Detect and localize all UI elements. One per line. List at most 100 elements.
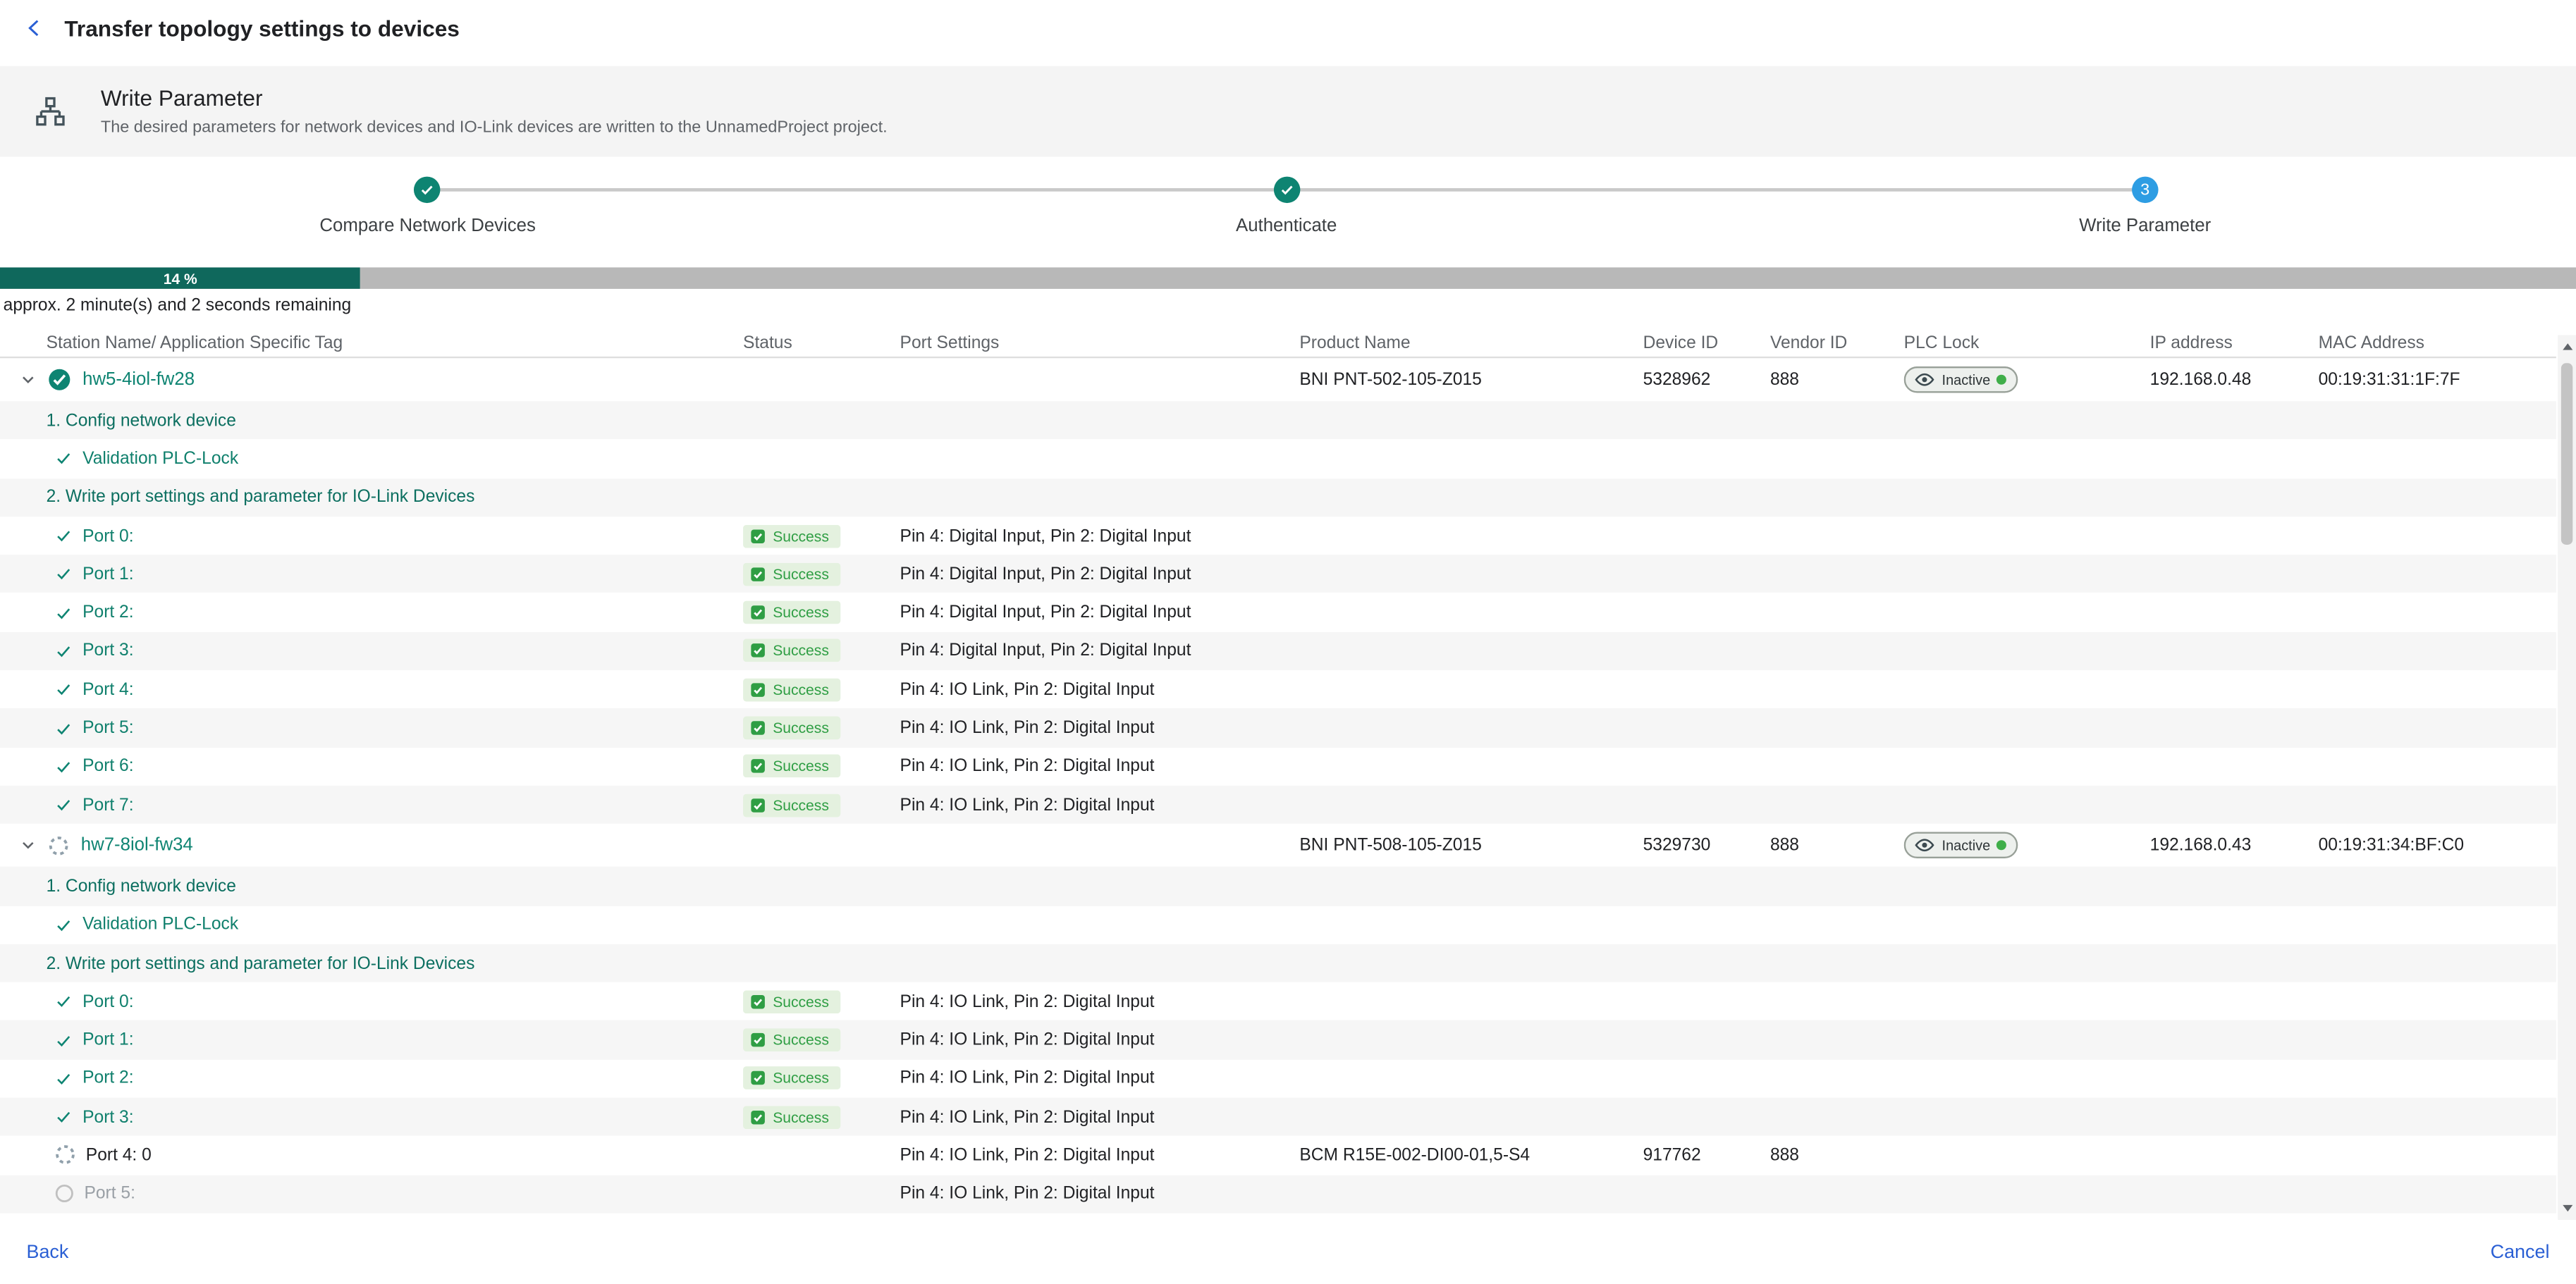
cell-station: Port 2: <box>0 603 743 622</box>
cell-station: Port 7: <box>0 795 743 815</box>
port-label: Port 7: <box>82 795 133 815</box>
table-row: 1. Config network device <box>0 401 2556 440</box>
cell-station: Port 5: <box>0 718 743 738</box>
checkbox-icon <box>749 643 766 659</box>
port-label: Port 3: <box>82 641 133 661</box>
status-badge-label: Success <box>773 643 829 659</box>
checkbox-icon <box>749 681 766 698</box>
plc-lock-state-dot <box>1997 375 2007 385</box>
validation-label: Validation PLC-Lock <box>82 915 238 934</box>
cell-port-settings: Pin 4: IO Link, Pin 2: Digital Input <box>900 679 1300 699</box>
device-name-link[interactable]: hw5-4iol-fw28 <box>82 370 195 390</box>
plc-lock-label: Inactive <box>1942 371 1991 388</box>
cell-status: Success <box>743 1106 900 1129</box>
status-badge: Success <box>743 601 840 624</box>
cell-station: Port 3: <box>0 641 743 661</box>
checkbox-icon <box>749 994 766 1010</box>
eye-icon <box>1914 837 1935 853</box>
port-label: Port 0: <box>82 992 133 1011</box>
cell-port-settings: Pin 4: IO Link, Pin 2: Digital Input <box>900 1146 1300 1166</box>
cell-station: 1. Config network device <box>0 410 743 430</box>
cancel-button[interactable]: Cancel <box>2491 1243 2550 1263</box>
cell-status: Success <box>743 524 900 548</box>
status-badge: Success <box>743 639 840 662</box>
cell-status: Success <box>743 794 900 817</box>
status-badge-label: Success <box>773 681 829 698</box>
status-badge: Success <box>743 1067 840 1090</box>
cell-mac-address: 00:19:31:31:1F:7F <box>2319 370 2556 390</box>
table-row: Port 4: Success Pin 4: IO Link, Pin 2: Dig… <box>0 670 2556 709</box>
cell-status: Success <box>743 601 900 624</box>
header: Transfer topology settings to devices <box>0 0 2576 56</box>
cell-station: Port 1: <box>0 1030 743 1050</box>
port-label: Port 4: <box>82 679 133 699</box>
chevron-down-icon[interactable] <box>20 837 36 853</box>
step-compare-network-devices: Compare Network Devices <box>319 177 535 236</box>
check-icon <box>54 642 73 660</box>
table-header-row: Station Name/ Application Specific Tag S… <box>0 330 2556 358</box>
check-icon <box>54 565 73 584</box>
col-plc-lock: PLC Lock <box>1904 333 2150 353</box>
check-icon <box>54 450 73 468</box>
cell-ip-address: 192.168.0.43 <box>2150 836 2319 856</box>
cell-port-settings: Pin 4: Digital Input, Pin 2: Digital Inp… <box>900 603 1300 622</box>
spinner-icon <box>48 835 69 856</box>
col-port-settings: Port Settings <box>900 333 1300 353</box>
vertical-scrollbar[interactable] <box>2558 335 2576 1219</box>
step-number: 3 <box>2140 180 2149 199</box>
back-button[interactable]: Back <box>26 1243 68 1263</box>
step-authenticate: Authenticate <box>1236 177 1337 236</box>
status-badge: Success <box>743 717 840 740</box>
plc-lock-toggle[interactable]: Inactive <box>1904 832 2018 858</box>
chevron-down-icon[interactable] <box>20 371 36 388</box>
cell-port-settings: Pin 4: IO Link, Pin 2: Digital Input <box>900 1068 1300 1088</box>
cell-port-settings: Pin 4: IO Link, Pin 2: Digital Input <box>900 992 1300 1011</box>
port-label: Port 5: <box>82 718 133 738</box>
step-write-parameter: 3 Write Parameter <box>2079 177 2211 236</box>
checkbox-icon <box>749 1032 766 1048</box>
step-label: Write Parameter <box>2079 216 2211 236</box>
back-chevron-icon[interactable] <box>20 13 49 43</box>
col-device-id: Device ID <box>1643 333 1770 353</box>
intro-title: Write Parameter <box>101 86 888 111</box>
progress-bar: 14 % <box>0 267 2576 288</box>
cell-port-settings: Pin 4: IO Link, Pin 2: Digital Input <box>900 757 1300 777</box>
check-icon <box>54 1070 73 1088</box>
status-badge-label: Success <box>773 994 829 1010</box>
step-done-check-icon <box>1273 177 1299 203</box>
scrollbar-up-arrow-icon[interactable] <box>2558 337 2576 357</box>
progress-fill: 14 % <box>0 267 361 288</box>
cell-port-settings: Pin 4: IO Link, Pin 2: Digital Input <box>900 1107 1300 1127</box>
device-name-link[interactable]: hw7-8iol-fw34 <box>81 836 193 856</box>
cell-station: Port 1: <box>0 564 743 584</box>
section-label: 2. Write port settings and parameter for… <box>47 953 475 973</box>
cell-station: Validation PLC-Lock <box>0 449 743 469</box>
footer: Back Cancel <box>0 1221 2576 1284</box>
cell-mac-address: 00:19:31:34:BF:C0 <box>2319 836 2556 856</box>
cell-product-name: BNI PNT-508-105-Z015 <box>1299 836 1643 856</box>
port-label: Port 6: <box>82 757 133 777</box>
port-label: Port 1: <box>82 1030 133 1050</box>
intro-text: Write Parameter The desired parameters f… <box>101 86 888 137</box>
status-badge: Success <box>743 524 840 548</box>
cell-station: Port 0: <box>0 526 743 545</box>
topology-icon <box>35 96 66 128</box>
table-row: Port 5:SuccessPin 4: IO Link, Pin 2: Dig… <box>0 709 2556 748</box>
table-row: 2. Write port settings and parameter for… <box>0 478 2556 517</box>
cell-vendor-id: 888 <box>1770 836 1904 856</box>
plc-lock-toggle[interactable]: Inactive <box>1904 366 2018 393</box>
checkbox-icon <box>749 796 766 813</box>
section-label: 1. Config network device <box>47 410 236 430</box>
eye-icon <box>1914 371 1935 388</box>
table-row: Port 5:Pin 4: IO Link, Pin 2: Digital In… <box>0 1175 2556 1214</box>
cell-status: Success <box>743 1067 900 1090</box>
table-row: hw7-8iol-fw34BNI PNT-508-105-Z0155329730… <box>0 824 2556 867</box>
check-icon <box>54 758 73 776</box>
scrollbar-down-arrow-icon[interactable] <box>2558 1199 2576 1218</box>
time-remaining-text: approx. 2 minute(s) and 2 seconds remain… <box>4 295 2576 315</box>
cell-station: Port 3: <box>0 1107 743 1127</box>
cell-station: hw5-4iol-fw28 <box>0 368 743 391</box>
table-row: Port 1:SuccessPin 4: IO Link, Pin 2: Dig… <box>0 1021 2556 1060</box>
step-number-badge: 3 <box>2132 177 2158 203</box>
scrollbar-thumb[interactable] <box>2561 363 2572 545</box>
